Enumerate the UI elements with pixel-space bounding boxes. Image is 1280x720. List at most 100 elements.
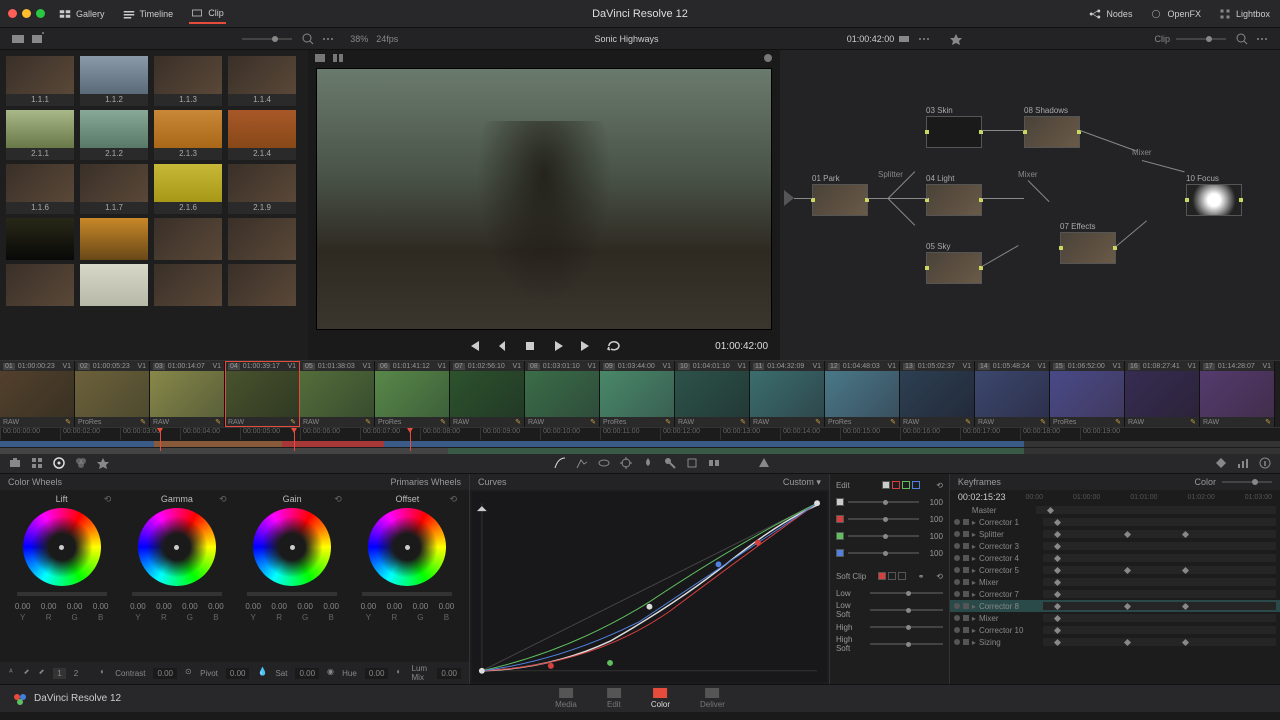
timeline-ruler[interactable]: 00:00:00:0000:00:02:0000:00:03:0000:00:0… (0, 428, 1280, 452)
keyframe-row[interactable]: ▸Corrector 1 (950, 516, 1280, 528)
kf-expand-icon[interactable]: ▸ (972, 518, 976, 527)
timeline-clip[interactable]: 1501:06:52:00V1 ProRes✎ (1050, 361, 1125, 427)
kf-enable-icon[interactable] (954, 639, 960, 645)
kf-track[interactable] (1043, 590, 1276, 598)
high-slider[interactable] (870, 626, 943, 628)
tab-gallery[interactable]: Gallery (57, 5, 107, 23)
keyframe-row[interactable]: ▸Mixer (950, 576, 1280, 588)
node-search-icon[interactable] (1235, 32, 1249, 46)
kf-lock-icon[interactable] (963, 531, 969, 537)
node-park[interactable]: 01 Park (812, 174, 868, 216)
node-thumb-slider[interactable] (1176, 38, 1226, 40)
offset-wheel[interactable]: Offset⟲ 0.000.000.000.00 YRGB (350, 490, 465, 662)
kf-enable-icon[interactable] (954, 615, 960, 621)
timeline-clip[interactable]: 0901:03:44:00V1 ProRes✎ (600, 361, 675, 427)
link-icon[interactable]: ⚭ (918, 572, 925, 581)
image-wipe-icon[interactable] (314, 52, 326, 64)
softclip-b-toggle[interactable] (898, 572, 906, 580)
kf-expand-icon[interactable]: ▸ (972, 578, 976, 587)
keyframe-row[interactable]: ▸Mixer (950, 612, 1280, 624)
timeline-clip[interactable]: 0601:01:41:12V1 ProRes✎ (375, 361, 450, 427)
reset-icon[interactable]: ⟲ (334, 494, 342, 505)
node-graph[interactable]: 01 Park Splitter 03 Skin 04 Light 05 Sky… (780, 50, 1280, 360)
gallery-thumb[interactable] (6, 264, 74, 306)
split-icon[interactable] (332, 52, 344, 64)
contrast-value[interactable]: 0.00 (153, 668, 177, 679)
curves-editor[interactable] (472, 492, 827, 682)
lowsoft-slider[interactable] (870, 609, 943, 611)
timeline-clip[interactable]: 0701:02:56:10V1 RAW✎ (450, 361, 525, 427)
kf-enable-icon[interactable] (954, 591, 960, 597)
kf-track[interactable] (1043, 566, 1276, 574)
kf-enable-icon[interactable] (954, 543, 960, 549)
edit-y-toggle[interactable] (882, 481, 890, 489)
edit-b-slider[interactable] (848, 552, 919, 554)
edit-r-slider[interactable] (848, 518, 919, 520)
gallery-thumb-slider[interactable] (242, 38, 292, 40)
node-effects[interactable]: 07 Effects (1060, 222, 1116, 264)
kf-track[interactable] (1043, 614, 1276, 622)
node-shadows[interactable]: 08 Shadows (1024, 106, 1080, 148)
reset-icon[interactable]: ⟲ (936, 481, 943, 490)
reset-icon[interactable]: ⟲ (449, 494, 457, 505)
node-skin[interactable]: 03 Skin (926, 106, 982, 148)
timeline-clip[interactable]: 0501:01:38:03V1 RAW✎ (300, 361, 375, 427)
marker[interactable] (410, 428, 411, 451)
page-edit[interactable]: Edit (607, 688, 621, 709)
key-icon[interactable] (663, 456, 677, 470)
kf-enable-icon[interactable] (954, 603, 960, 609)
keyframe-row[interactable]: ▸Corrector 8 (950, 600, 1280, 612)
motion-effects-icon[interactable] (96, 456, 110, 470)
timeline-clip[interactable]: 0801:03:01:10V1 RAW✎ (525, 361, 600, 427)
kf-lock-icon[interactable] (963, 543, 969, 549)
bypass-icon[interactable] (897, 32, 911, 46)
lift-master-slider[interactable] (17, 592, 107, 596)
tab-lightbox[interactable]: Lightbox (1217, 5, 1272, 23)
wheels-mode[interactable]: Primaries Wheels (390, 477, 461, 487)
gallery-thumb[interactable] (80, 264, 148, 306)
highlight-icon[interactable] (949, 32, 963, 46)
kf-lock-icon[interactable] (963, 627, 969, 633)
kf-track[interactable] (1043, 530, 1276, 538)
kf-expand-icon[interactable]: ▸ (972, 614, 976, 623)
tab-clip[interactable]: Clip (189, 4, 226, 24)
expand-icon[interactable] (917, 32, 931, 46)
sizing-icon[interactable] (685, 456, 699, 470)
pick-white-icon[interactable] (23, 667, 30, 679)
gallery-thumb[interactable] (154, 264, 222, 306)
node-sky[interactable]: 05 Sky (926, 242, 982, 284)
warning-icon[interactable] (757, 456, 771, 470)
timeline-clip[interactable]: 1401:05:48:24V1 RAW✎ (975, 361, 1050, 427)
offset-master-slider[interactable] (362, 592, 452, 596)
thumbnail-timeline[interactable]: 0101:00:00:23V1 RAW✎0201:00:05:23V1 ProR… (0, 360, 1280, 428)
rgb-mixer-icon[interactable] (74, 456, 88, 470)
kf-track[interactable] (1043, 518, 1276, 526)
page-2[interactable]: 2 (74, 669, 78, 678)
keyframe-row[interactable]: ▸Corrector 7 (950, 588, 1280, 600)
gallery-thumb[interactable]: 1.1.2 (80, 56, 148, 106)
reset-icon[interactable]: ⟲ (936, 572, 943, 581)
scopes-icon[interactable] (1236, 456, 1250, 470)
gallery-thumb[interactable]: 2.1.1 (6, 110, 74, 160)
loop-icon[interactable] (606, 338, 622, 354)
kf-enable-icon[interactable] (954, 579, 960, 585)
kf-lock-icon[interactable] (963, 567, 969, 573)
tab-nodes[interactable]: Nodes (1087, 5, 1134, 23)
info-icon[interactable] (1258, 456, 1272, 470)
timeline-clip[interactable]: 0401:00:39:17V1 RAW✎ (225, 361, 300, 427)
gallery-thumb[interactable] (6, 218, 74, 260)
kf-track[interactable] (1043, 602, 1276, 610)
keyframe-mode-icon[interactable] (1214, 456, 1228, 470)
stereo-icon[interactable] (707, 456, 721, 470)
step-back-icon[interactable] (494, 338, 510, 354)
timeline-clip[interactable]: 1001:04:01:10V1 RAW✎ (675, 361, 750, 427)
gallery-thumb[interactable]: 1.1.4 (228, 56, 296, 106)
edit-r-toggle[interactable] (892, 481, 900, 489)
kf-enable-icon[interactable] (954, 531, 960, 537)
page-1[interactable]: 1 (53, 668, 65, 679)
stop-icon[interactable] (522, 338, 538, 354)
go-end-icon[interactable] (578, 338, 594, 354)
softclip-g-toggle[interactable] (888, 572, 896, 580)
play-icon[interactable] (550, 338, 566, 354)
kf-expand-icon[interactable]: ▸ (972, 542, 976, 551)
